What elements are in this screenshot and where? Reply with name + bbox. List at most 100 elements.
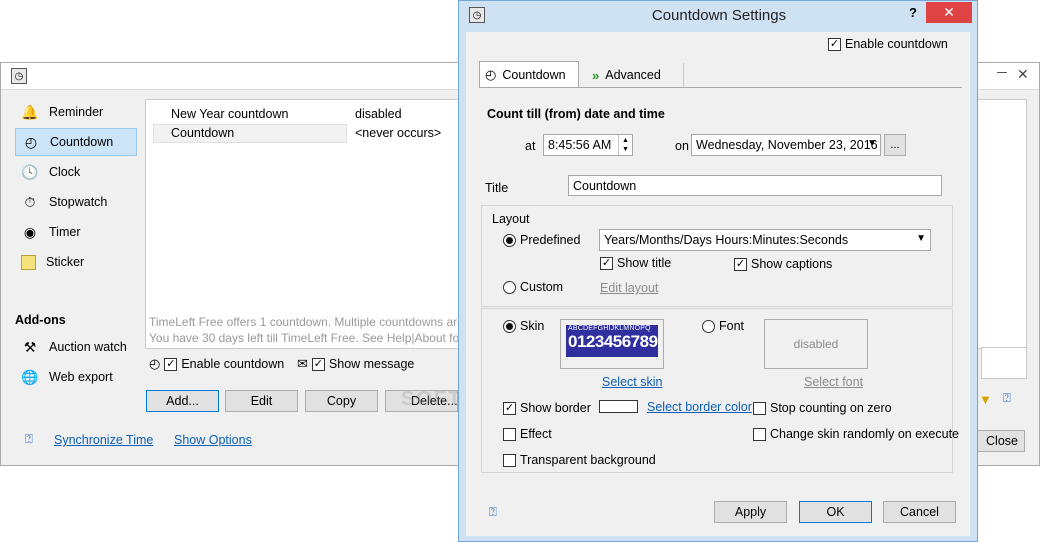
date-picker[interactable]: Wednesday, November 23, 2016 ▼ <box>691 134 881 156</box>
chevron-down-icon[interactable]: ▼ <box>867 138 877 149</box>
copy-button[interactable]: Copy <box>305 390 378 412</box>
transparent-bg-option[interactable]: Transparent background <box>503 453 656 467</box>
sidebar-item-label: Stopwatch <box>49 195 108 209</box>
predefined-label: Predefined <box>520 233 581 247</box>
dialog-title: Countdown Settings <box>651 7 787 24</box>
enable-countdown-row: ◴ ✓ Enable countdown <box>149 356 284 372</box>
tab-divider <box>479 87 962 88</box>
show-captions-label: Show captions <box>751 257 833 271</box>
section-heading: Count till (from) date and time <box>487 107 665 121</box>
bell-icon: 🔔 <box>21 103 39 120</box>
stop-counting-checkbox[interactable] <box>753 401 766 415</box>
synchronize-time-link[interactable]: Synchronize Time <box>54 433 153 447</box>
change-skin-option[interactable]: Change skin randomly on execute <box>753 427 959 441</box>
apply-button[interactable]: Apply <box>714 501 787 523</box>
show-captions-option[interactable]: ✓ Show captions <box>734 257 832 271</box>
time-spinner[interactable]: ▲ ▼ <box>618 135 632 155</box>
select-border-color-link[interactable]: Select border color <box>647 400 752 414</box>
list-item-name[interactable]: New Year countdown <box>171 107 288 121</box>
sidebar-item-sticker[interactable]: Sticker <box>15 248 137 276</box>
sidebar-item-timer[interactable]: ◉ Timer <box>15 218 137 246</box>
enable-countdown-checkbox[interactable]: ✓ <box>164 357 178 371</box>
effect-checkbox[interactable] <box>503 427 516 441</box>
side-panel-fragment <box>981 347 1027 379</box>
countdown-clock-icon: ◴ <box>485 66 497 82</box>
sidebar-item-clock[interactable]: 🕓 Clock <box>15 158 137 186</box>
time-picker[interactable]: 8:45:56 AM ▲ ▼ <box>543 134 633 156</box>
edit-layout-link[interactable]: Edit layout <box>600 281 658 295</box>
tab-label: Advanced <box>605 68 661 82</box>
close-button[interactable]: Close <box>977 430 1025 452</box>
effect-option[interactable]: Effect <box>503 427 552 441</box>
skin-option[interactable]: Skin <box>503 319 544 333</box>
tab-countdown[interactable]: ◴ Countdown <box>479 61 579 87</box>
title-value: Countdown <box>573 178 637 193</box>
select-font-link[interactable]: Select font <box>804 375 863 389</box>
predefined-value: Years/Months/Days Hours:Minutes:Seconds <box>604 233 849 247</box>
on-label: on <box>675 139 689 153</box>
cancel-button[interactable]: Cancel <box>883 501 956 523</box>
close-icon[interactable]: ✕ <box>1017 66 1029 83</box>
show-options-link[interactable]: Show Options <box>174 433 252 447</box>
notice-line-2: You have 30 days left till TimeLeft Free… <box>149 331 459 345</box>
dialog-enable-countdown-checkbox[interactable]: ✓ <box>828 37 841 51</box>
time-value: 8:45:56 AM <box>548 138 612 152</box>
countdown-clock-icon: ◴ <box>149 356 161 371</box>
dialog-enable-countdown-label: Enable countdown <box>845 37 948 51</box>
predefined-layout-select[interactable]: Years/Months/Days Hours:Minutes:Seconds … <box>599 229 931 251</box>
font-radio[interactable] <box>702 319 715 333</box>
sidebar-item-reminder[interactable]: 🔔 Reminder <box>15 98 137 126</box>
border-color-swatch[interactable] <box>599 400 638 413</box>
show-message-checkbox[interactable]: ✓ <box>311 357 325 371</box>
predefined-option[interactable]: Predefined <box>503 233 580 247</box>
at-label: at <box>525 139 536 153</box>
sidebar-item-label: Reminder <box>49 105 104 119</box>
show-captions-checkbox[interactable]: ✓ <box>734 257 747 271</box>
help-button[interactable]: ? <box>909 5 917 20</box>
title-input[interactable]: Countdown <box>568 175 942 196</box>
double-chevron-icon: » <box>592 67 600 83</box>
sidebar-item-auction-watch[interactable]: ⚒ Auction watch <box>15 333 137 361</box>
skin-radio[interactable] <box>503 319 516 333</box>
enable-countdown-label: Enable countdown <box>181 357 285 371</box>
font-preview: disabled <box>764 319 868 369</box>
tab-advanced[interactable]: » Advanced <box>584 63 684 87</box>
stop-counting-option[interactable]: Stop counting on zero <box>753 401 892 415</box>
countdown-clock-icon: ◴ <box>24 133 38 150</box>
sidebar-item-web-export[interactable]: 🌐 Web export <box>15 363 137 391</box>
custom-option[interactable]: Custom <box>503 280 563 294</box>
help-icon[interactable]: ⍰ <box>489 504 497 520</box>
predefined-radio[interactable] <box>503 233 516 247</box>
select-skin-link[interactable]: Select skin <box>602 375 662 389</box>
list-item-status: <never occurs> <box>355 126 442 140</box>
list-item-name[interactable]: Countdown <box>171 126 234 140</box>
dialog-client: ✓ Enable countdown ◴ Countdown » Advance… <box>466 32 970 536</box>
add-button[interactable]: Add... <box>146 390 219 412</box>
sticker-icon <box>21 254 36 270</box>
show-border-option[interactable]: ✓ Show border <box>503 401 591 415</box>
dialog-close-button[interactable]: ✕ <box>926 2 972 23</box>
font-option[interactable]: Font <box>702 319 744 333</box>
ok-button[interactable]: OK <box>799 501 872 523</box>
list-item-status: disabled <box>355 107 402 121</box>
edit-button[interactable]: Edit <box>225 390 298 412</box>
transparent-bg-checkbox[interactable] <box>503 453 516 467</box>
date-more-button[interactable]: ... <box>884 134 906 156</box>
help-icon[interactable]: ⍰ <box>25 431 33 447</box>
change-skin-checkbox[interactable] <box>753 427 766 441</box>
skin-preview-frame[interactable]: ABCDEFGHIJKLMNOPQ 0123456789 <box>560 319 664 369</box>
custom-label: Custom <box>520 280 564 294</box>
show-title-checkbox[interactable]: ✓ <box>600 256 613 270</box>
sidebar-item-countdown[interactable]: ◴ Countdown <box>15 128 137 156</box>
help-icon[interactable]: ⍰ <box>1003 390 1011 406</box>
custom-radio[interactable] <box>503 280 516 294</box>
app-icon: ◷ <box>11 68 27 84</box>
chevron-down-icon[interactable]: ▼ <box>916 233 926 244</box>
sidebar-item-label: Web export <box>49 370 113 384</box>
sidebar-item-stopwatch[interactable]: ⏱ Stopwatch <box>15 188 137 216</box>
sidebar-item-label: Clock <box>49 165 81 179</box>
arrow-down-icon[interactable]: ▼ <box>979 392 992 407</box>
minimize-icon[interactable] <box>997 72 1007 73</box>
show-border-checkbox[interactable]: ✓ <box>503 401 516 415</box>
show-title-option[interactable]: ✓ Show title <box>600 256 671 270</box>
